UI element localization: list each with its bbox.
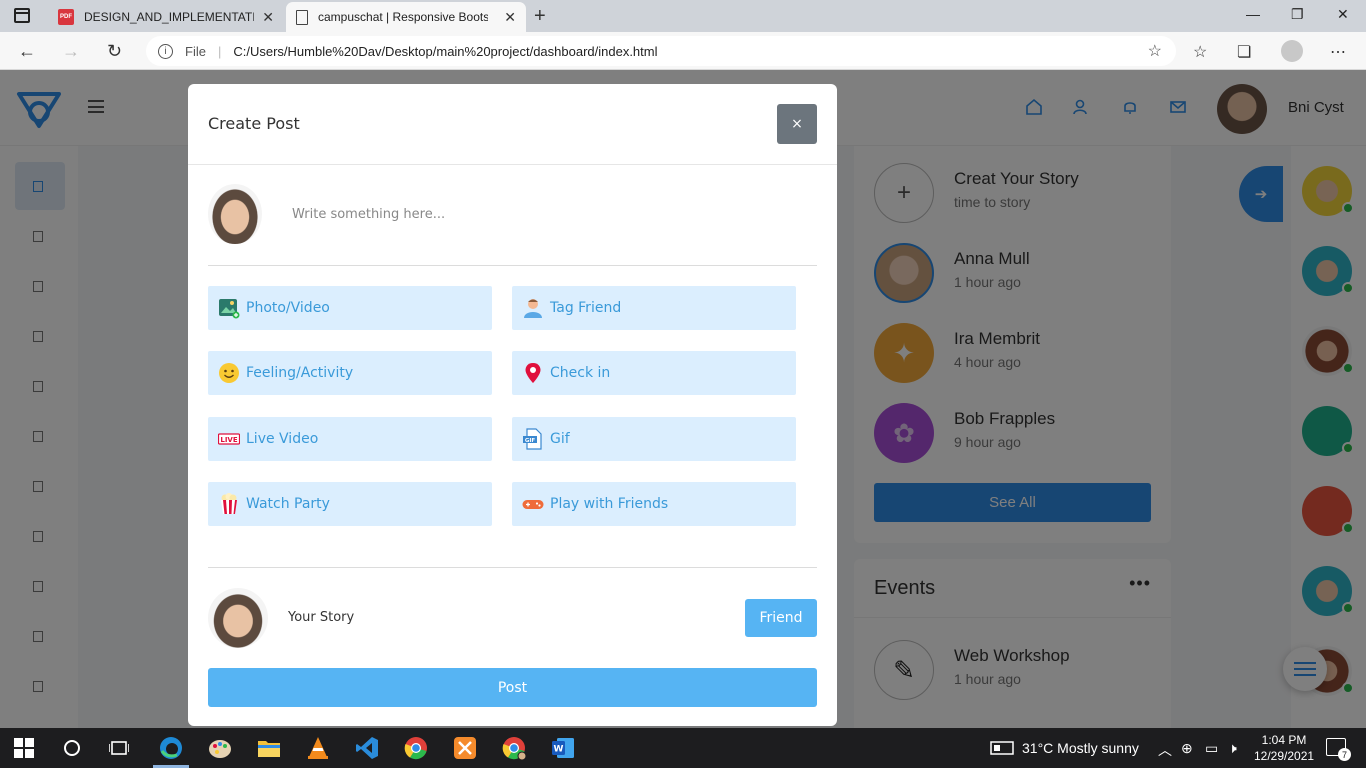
url-text[interactable]: C:/Users/Humble%20Dav/Desktop/main%20pro… (233, 44, 657, 59)
system-clock[interactable]: 1:04 PM 12/29/2021 (1254, 732, 1314, 764)
tab-title: DESIGN_AND_IMPLEMENTATION (84, 10, 254, 24)
file-explorer-icon[interactable] (257, 736, 281, 760)
address-bar[interactable]: i File | C:/Users/Humble%20Dav/Desktop/m… (146, 36, 1176, 66)
your-story-label: Your Story (288, 610, 355, 625)
info-icon[interactable]: i (158, 43, 173, 59)
volume-icon[interactable]: 🕨 (1228, 740, 1237, 757)
divider (208, 567, 817, 568)
option-label: Play with Friends (550, 496, 669, 512)
audience-friend-button[interactable]: Friend (745, 599, 817, 637)
option-label: Check in (550, 365, 611, 381)
gamepad-icon (522, 500, 544, 509)
profile-icon[interactable] (1281, 40, 1303, 62)
tab-title: campuschat | Responsive Bootstr (318, 10, 488, 24)
pdf-icon: PDF (58, 9, 74, 25)
app-page: Bni Cyst + Creat Your Story time to stor… (0, 70, 1366, 728)
option-label: Feeling/Activity (246, 365, 354, 381)
vlc-icon[interactable] (306, 736, 330, 760)
post-button[interactable]: Post (208, 668, 817, 707)
close-icon[interactable]: ✕ (262, 9, 274, 26)
add-favorite-icon[interactable]: ☆ (1148, 41, 1162, 61)
browser-toolbar: ← → ↻ i File | C:/Users/Humble%20Dav/Des… (0, 32, 1366, 70)
watch-party-button[interactable]: Watch Party (208, 482, 492, 526)
clock-date: 12/29/2021 (1254, 749, 1315, 763)
back-icon[interactable]: ← (18, 41, 36, 62)
live-icon: LIVE (218, 433, 240, 445)
search-icon[interactable] (62, 738, 82, 758)
notification-count: 7 (1338, 748, 1351, 761)
chrome-profile-icon[interactable] (502, 736, 526, 760)
feeling-activity-button[interactable]: Feeling/Activity (208, 351, 492, 395)
option-label: Tag Friend (550, 300, 622, 316)
window-close-icon[interactable]: ✕ (1337, 6, 1349, 23)
divider (188, 164, 837, 165)
scheme-label: File (185, 43, 206, 59)
photo-icon (219, 299, 240, 319)
option-label: Watch Party (246, 496, 330, 512)
restore-icon[interactable]: ❐ (1291, 6, 1304, 23)
task-view-icon[interactable] (109, 738, 129, 758)
notification-icon[interactable]: 7 (1326, 738, 1351, 761)
favorites-icon[interactable]: ☆ (1193, 42, 1207, 62)
divider (208, 265, 817, 266)
browser-tab-campuschat[interactable]: campuschat | Responsive Bootstr ✕ (286, 2, 526, 32)
new-tab-icon[interactable]: + (534, 5, 546, 28)
popcorn-icon (221, 493, 237, 514)
page-icon (296, 9, 308, 25)
create-post-modal: Create Post × Photo/Video Tag Friend Fee… (188, 84, 837, 726)
tag-friend-button[interactable]: Tag Friend (512, 286, 796, 330)
chrome-icon[interactable] (404, 736, 428, 760)
gif-button[interactable]: GIF Gif (512, 417, 796, 461)
paint-icon[interactable] (208, 736, 232, 760)
tab-actions-icon[interactable] (14, 8, 30, 23)
minimize-icon[interactable]: — (1246, 6, 1260, 22)
smiley-icon (219, 363, 239, 383)
avatar (208, 184, 262, 244)
battery-icon[interactable]: ▭ (1205, 740, 1218, 757)
refresh-icon[interactable]: ↻ (107, 41, 122, 62)
browser-tab-bar: PDF DESIGN_AND_IMPLEMENTATION ✕ campusch… (0, 0, 1366, 32)
vscode-icon[interactable] (355, 736, 379, 760)
modal-title: Create Post (208, 114, 300, 133)
divider: | (217, 43, 222, 59)
language-icon[interactable]: ⊕ (1181, 740, 1193, 757)
tag-friend-icon (524, 299, 542, 318)
browser-tab-pdf[interactable]: PDF DESIGN_AND_IMPLEMENTATION ✕ (48, 2, 284, 32)
svg-text:GIF: GIF (525, 438, 536, 444)
xampp-icon[interactable] (453, 736, 477, 760)
live-video-button[interactable]: LIVE Live Video (208, 417, 492, 461)
option-label: Gif (550, 431, 570, 447)
option-label: Photo/Video (246, 300, 330, 316)
close-icon[interactable]: ✕ (504, 9, 516, 26)
weather-text[interactable]: 31°C Mostly sunny (1022, 740, 1139, 756)
forward-icon[interactable]: → (62, 41, 80, 62)
photo-video-button[interactable]: Photo/Video (208, 286, 492, 330)
windows-start-icon[interactable] (14, 738, 34, 758)
check-in-button[interactable]: Check in (512, 351, 796, 395)
clock-time: 1:04 PM (1261, 733, 1307, 747)
svg-text:W: W (554, 745, 564, 755)
location-pin-icon (525, 363, 541, 383)
edge-icon[interactable] (159, 736, 183, 760)
gif-icon: GIF (523, 428, 542, 450)
weather-icon[interactable] (990, 740, 1014, 756)
word-icon[interactable]: W (551, 736, 575, 760)
post-text-input[interactable] (282, 196, 812, 232)
more-icon[interactable]: ⋯ (1330, 42, 1346, 62)
collections-icon[interactable]: ❏ (1237, 42, 1251, 62)
close-button[interactable]: × (777, 104, 817, 144)
chevron-up-icon[interactable]: ︿ (1158, 740, 1172, 760)
option-label: Live Video (246, 431, 319, 447)
windows-taskbar: W 31°C Mostly sunny ︿ ⊕ ▭ 🕨 1:04 PM 12/2… (0, 728, 1366, 768)
avatar (208, 588, 268, 648)
play-with-friends-button[interactable]: Play with Friends (512, 482, 796, 526)
svg-text:LIVE: LIVE (220, 436, 237, 444)
